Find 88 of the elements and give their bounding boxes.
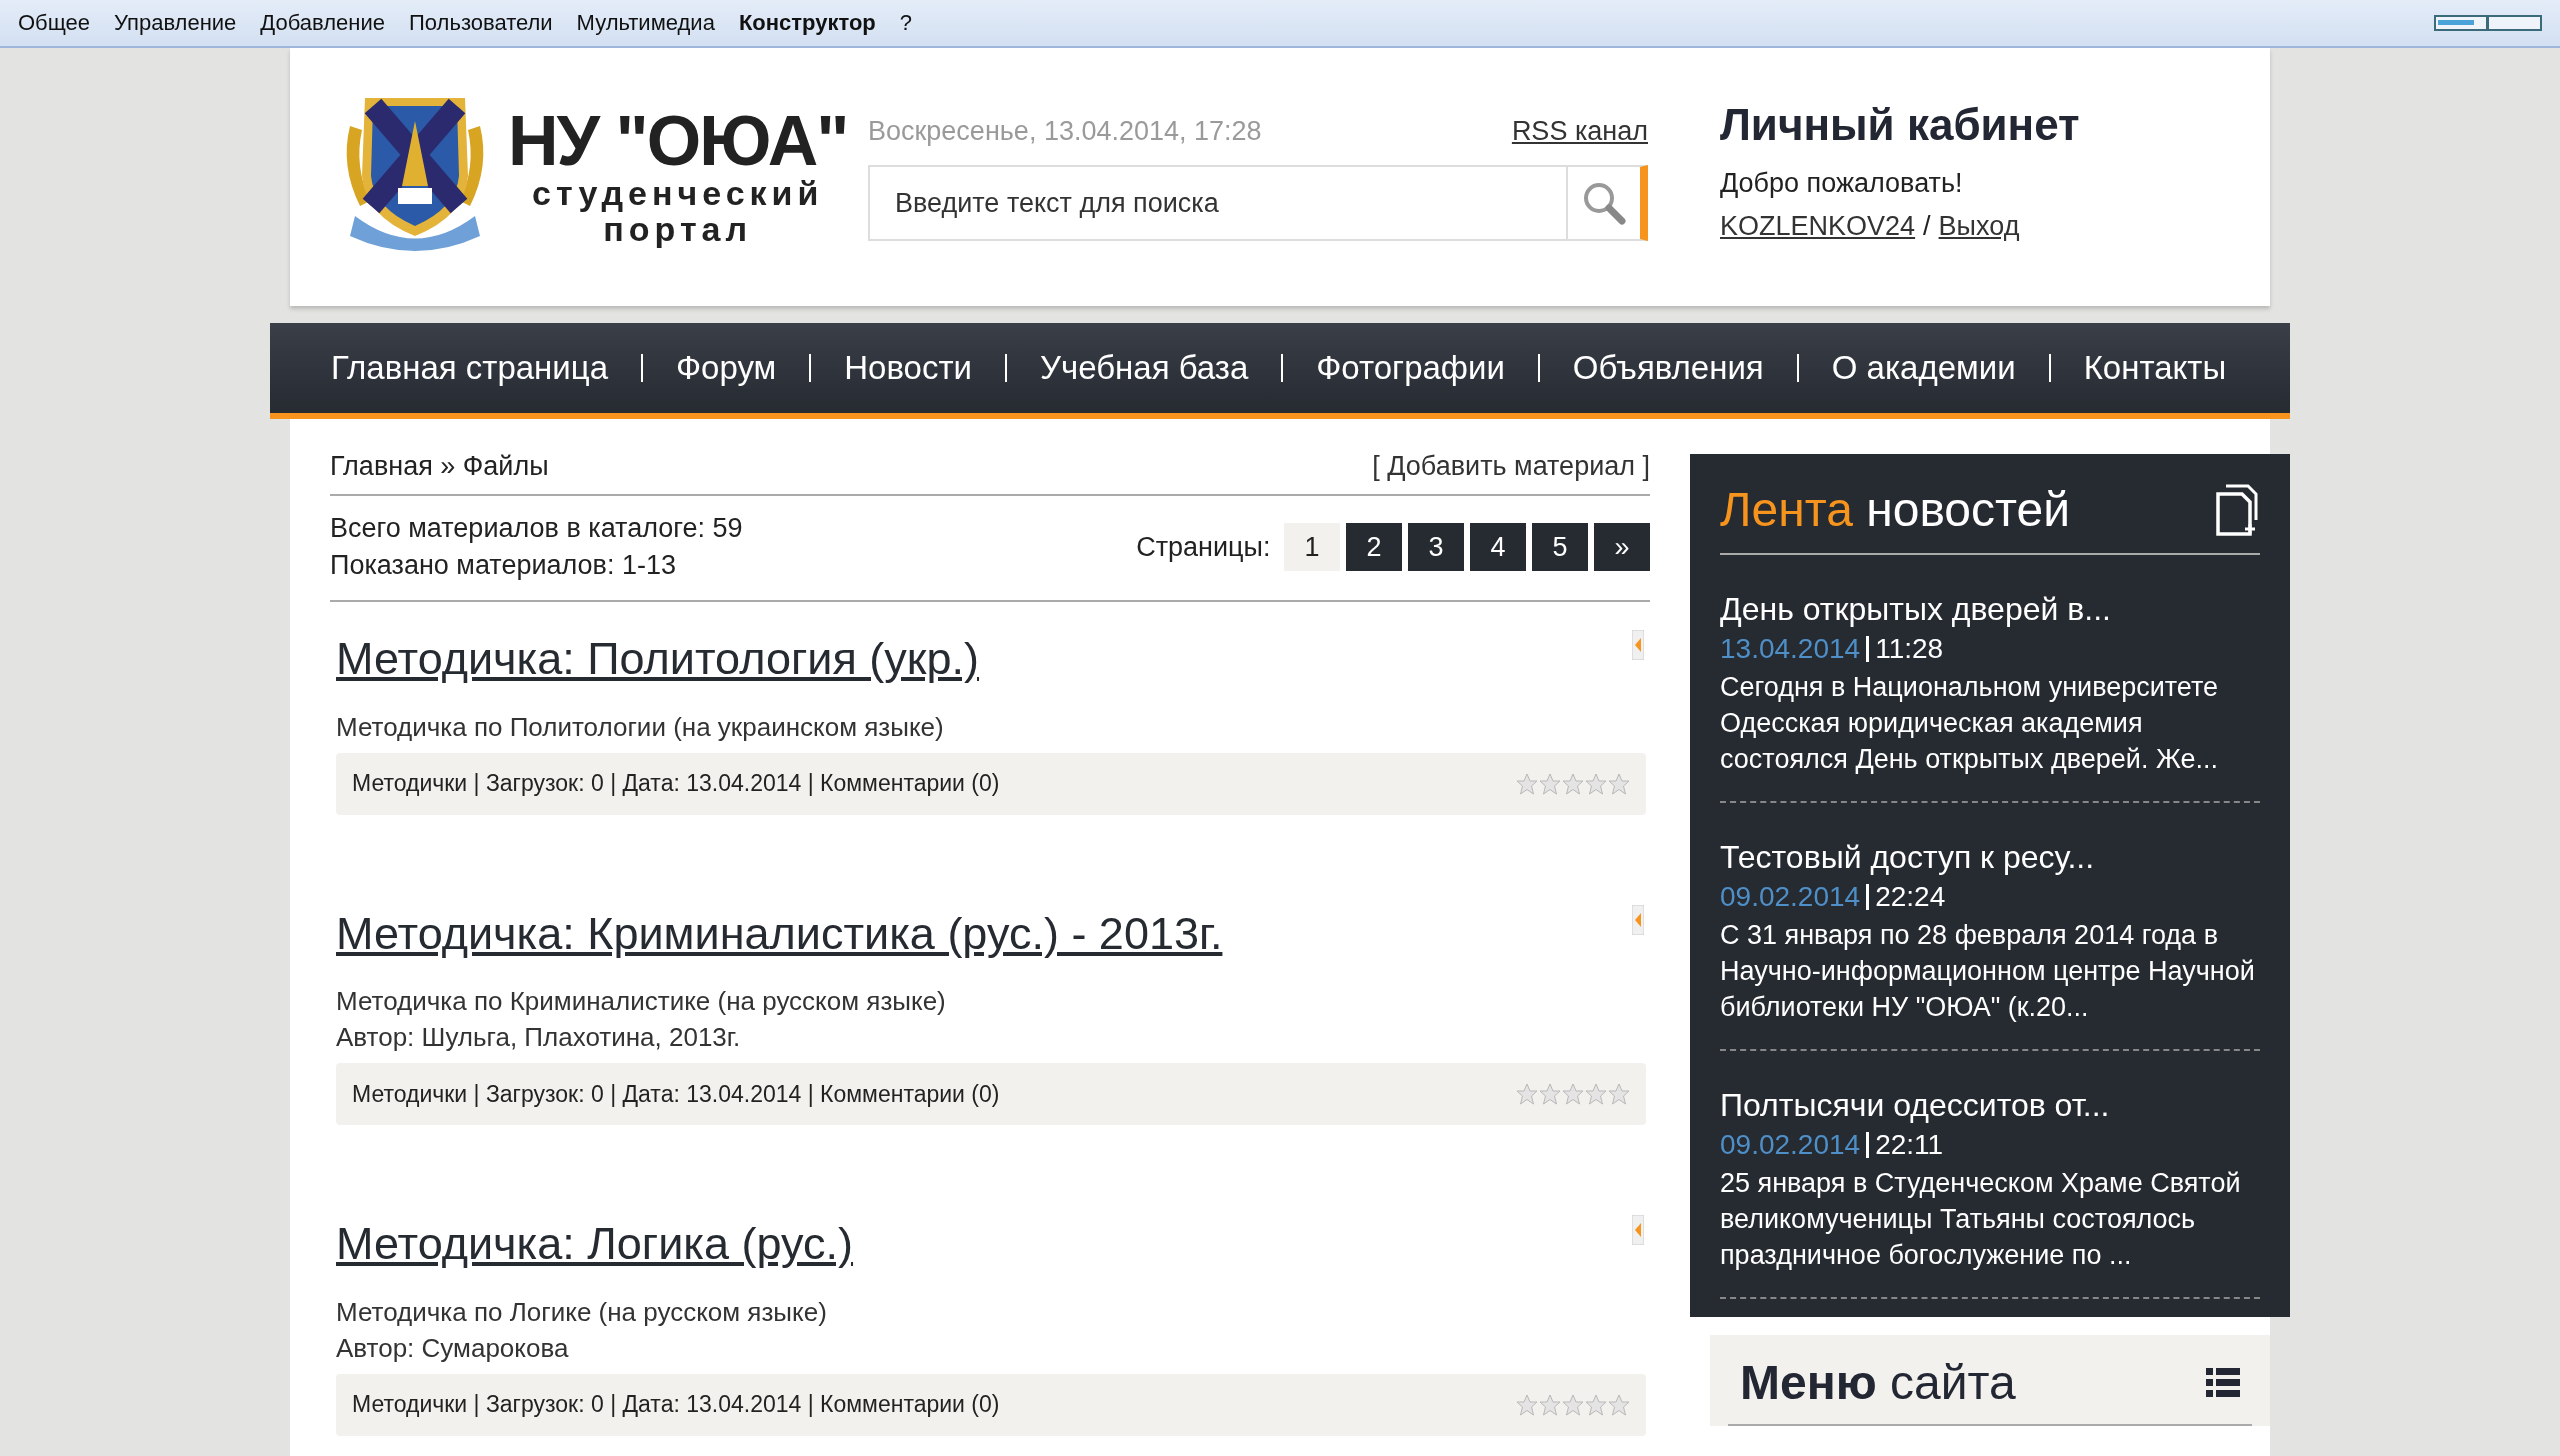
logo-subtitle: студенческий: [531, 176, 824, 212]
admin-menu-item[interactable]: Управление: [114, 10, 237, 36]
admin-menu-item[interactable]: Общее: [18, 10, 91, 36]
logo-title: НУ "ОЮА": [508, 106, 848, 176]
search-field[interactable]: Введите текст для поиска: [868, 165, 1566, 241]
news-time: 22:11: [1875, 1129, 1944, 1161]
add-material-link[interactable]: [ Добавить материал ]: [1372, 451, 1650, 482]
material-description: Методичка по Логике (на русском языке): [336, 1295, 828, 1329]
material-title-link[interactable]: Методичка: Логика (рус.): [336, 1218, 854, 1269]
material-meta: Методички | Загрузок: 0 | Дата: 13.04.2014 | Комментарии (0): [352, 770, 1000, 797]
nav-item[interactable]: Форум: [647, 349, 806, 387]
material-description: Автор: Сумарокова: [336, 1331, 570, 1365]
rating-stars[interactable]: [1516, 1393, 1630, 1416]
page-button[interactable]: 2: [1346, 523, 1402, 571]
slider-icon[interactable]: [2434, 12, 2542, 34]
admin-menu-item[interactable]: Конструктор: [738, 10, 876, 36]
news-date: 09.02.2014: [1720, 1129, 1861, 1161]
admin-menu-item[interactable]: Пользователи: [409, 10, 553, 36]
logout-link[interactable]: Выход: [1938, 211, 2020, 242]
nav-item[interactable]: Контакты: [2054, 349, 2256, 387]
star-icon: [1585, 1083, 1607, 1105]
admin-menu-item[interactable]: Мультимедиа: [576, 10, 715, 36]
nav-item[interactable]: Объявления: [1543, 349, 1793, 387]
news-date: 13.04.2014: [1720, 633, 1861, 665]
star-icon: [1539, 1083, 1561, 1105]
page-button[interactable]: 3: [1408, 523, 1464, 571]
material-title-link[interactable]: Методичка: Политология (укр.): [336, 633, 980, 684]
marker-icon[interactable]: [1632, 630, 1644, 660]
rss-link[interactable]: RSS канал: [1511, 116, 1648, 147]
star-icon: [1562, 1083, 1584, 1105]
admin-menu-item[interactable]: ?: [899, 10, 913, 36]
welcome-text: Добро пожаловать!: [1720, 168, 1964, 199]
star-icon: [1539, 772, 1561, 795]
search-button[interactable]: [1566, 165, 1648, 241]
page-button[interactable]: 4: [1470, 523, 1526, 571]
nav-item[interactable]: Главная страница: [302, 349, 637, 387]
star-icon: [1608, 1393, 1630, 1416]
separator-text: /: [1923, 211, 1931, 242]
page-button[interactable]: 1: [1284, 523, 1340, 571]
site-menu-title: Меню сайта: [1740, 1355, 2016, 1410]
account-title: Личный кабинет: [1720, 100, 2080, 150]
material-description: Автор: Шульга, Плахотина, 2013г.: [336, 1021, 742, 1054]
news-time: 22:24: [1875, 881, 1946, 913]
news-excerpt: 25 января в Студенческом Храме Святой великомученицы Татьяны состоялось праздничное богослужение по ...: [1720, 1167, 2242, 1272]
nav-item[interactable]: О академии: [1802, 349, 2045, 387]
logo-subtitle: портал: [603, 211, 753, 248]
news-feed-title: Лента новостей: [1720, 482, 2070, 537]
total-count: Всего материалов в каталоге: 59: [330, 512, 743, 545]
news-title[interactable]: Полтысячи одесситов от...: [1720, 1085, 2260, 1125]
material-title-link[interactable]: Методичка: Криминалистика (рус.) - 2013г.: [336, 907, 1223, 959]
news-title[interactable]: День открытых дверей в...: [1720, 589, 2260, 629]
shown-count: Показано материалов: 1-13: [330, 549, 677, 582]
star-icon: [1516, 1393, 1538, 1416]
star-icon: [1516, 772, 1538, 795]
star-icon: [1562, 772, 1584, 795]
star-icon: [1585, 1393, 1607, 1416]
nav-item[interactable]: Новости: [815, 349, 1001, 387]
nav-item[interactable]: Учебная база: [1011, 349, 1278, 387]
material-description: Методичка по Криминалистике (на русском языке): [336, 985, 947, 1018]
star-icon: [1585, 772, 1607, 795]
rating-stars[interactable]: [1516, 1083, 1630, 1105]
news-excerpt: С 31 января по 28 февраля 2014 года в Научно-информационном центре Научной библиотеки НУ "ОЮА" (к.20...: [1720, 919, 2256, 1024]
news-date: 09.02.2014: [1720, 881, 1861, 913]
page-button[interactable]: 5: [1532, 523, 1588, 571]
news-title[interactable]: Тестовый доступ к ресу...: [1720, 837, 2260, 877]
pages-label: Страницы:: [1136, 530, 1272, 564]
star-icon: [1516, 1083, 1538, 1105]
rating-stars[interactable]: [1516, 772, 1630, 795]
news-excerpt: Сегодня в Национальном университете Одесская юридическая академия состоялся День открытых дверей. Же...: [1720, 671, 2220, 776]
news-time: 11:28: [1875, 633, 1944, 665]
admin-menu-item[interactable]: Добавление: [260, 10, 385, 36]
documents-icon[interactable]: [2214, 483, 2260, 536]
breadcrumb: Главная » Файлы: [330, 451, 549, 482]
marker-icon[interactable]: [1632, 904, 1644, 935]
star-icon: [1539, 1393, 1561, 1416]
page-button[interactable]: »: [1594, 523, 1650, 571]
material-meta: Методички | Загрузок: 0 | Дата: 13.04.2014 | Комментарии (0): [352, 1391, 1000, 1418]
search-icon: [1582, 181, 1626, 225]
star-icon: [1562, 1393, 1584, 1416]
material-description: Методичка по Политологии (на украинском языке): [336, 710, 945, 744]
star-icon: [1608, 1083, 1630, 1105]
date-time: Воскресенье, 13.04.2014, 17:28: [868, 116, 1262, 147]
nav-item[interactable]: Фотографии: [1287, 349, 1534, 387]
marker-icon[interactable]: [1632, 1215, 1644, 1245]
material-meta: Методички | Загрузок: 0 | Дата: 13.04.2014 | Комментарии (0): [352, 1080, 1000, 1108]
star-icon: [1608, 772, 1630, 795]
username-link[interactable]: KOZLENKOV24: [1720, 211, 1916, 242]
list-icon[interactable]: [2206, 1367, 2240, 1398]
